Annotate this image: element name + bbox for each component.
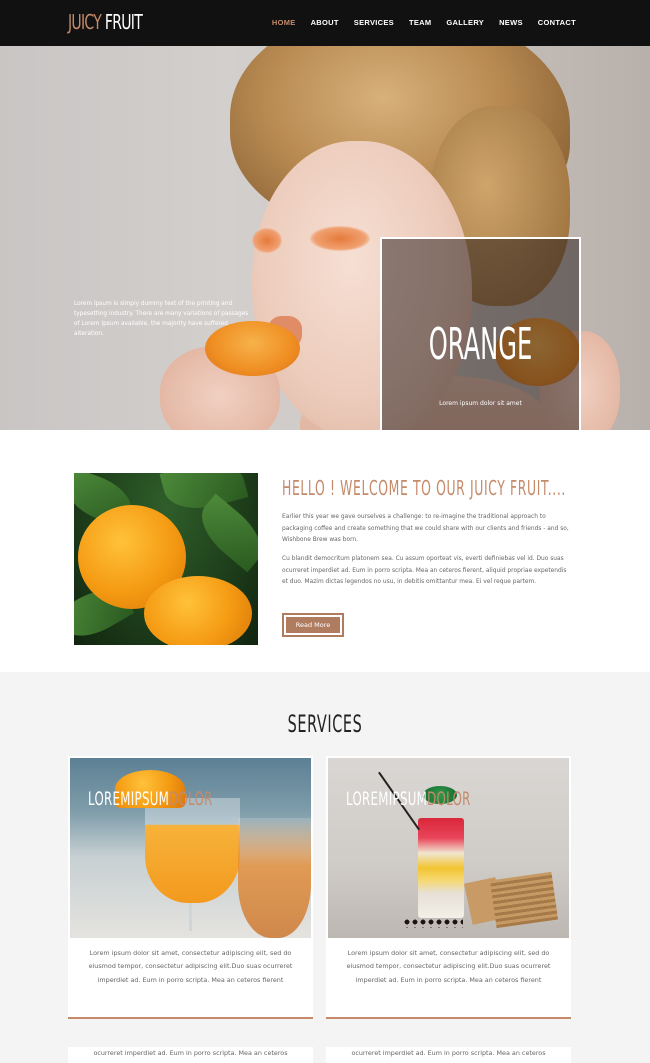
nav-gallery[interactable]: GALLERY bbox=[446, 18, 484, 27]
site-logo[interactable]: JUICY FRUIT bbox=[68, 10, 143, 34]
nav-contact[interactable]: CONTACT bbox=[538, 18, 576, 27]
hero-subtitle: Lorem ipsum dolor sit amet bbox=[439, 400, 522, 407]
service-card-title: LOREMIPSUMDOLOR bbox=[346, 788, 471, 810]
welcome-paragraph-1: Earlier this year we gave ourselves a ch… bbox=[282, 514, 569, 544]
welcome-section: HELLO ! WELCOME TO OUR JUICY FRUIT.... E… bbox=[0, 430, 650, 672]
hero-caption-box: ORANGE Lorem ipsum dolor sit amet bbox=[380, 237, 581, 430]
cracker-stack bbox=[489, 871, 559, 929]
card-title-main: LOREMIPSUM bbox=[346, 788, 428, 810]
main-menu: HOME ABOUT SERVICES TEAM GALLERY NEWS CO… bbox=[272, 18, 576, 27]
welcome-heading: HELLO ! WELCOME TO OUR JUICY FRUIT.... bbox=[282, 476, 566, 500]
hero-photo-eye-left bbox=[252, 228, 282, 253]
oranges-image bbox=[74, 473, 258, 645]
hero-text: Lorem Ipsum is simply dummy text of the … bbox=[74, 301, 249, 338]
coffee-beans bbox=[403, 918, 463, 928]
card-title-main: LOREMIPSUM bbox=[88, 788, 170, 810]
service-card-text: Lorem ipsum dolor sit amet, consectetur … bbox=[346, 949, 551, 984]
second-glass bbox=[238, 818, 311, 938]
layered-drink-glass bbox=[418, 818, 464, 918]
service-card-partial: ocurreret imperdiet ad. Eum in porro scr… bbox=[326, 1047, 571, 1063]
service-card-title: LOREMIPSUMDOLOR bbox=[88, 788, 213, 810]
nav-team[interactable]: TEAM bbox=[409, 18, 431, 27]
orange-fruit bbox=[144, 576, 252, 645]
service-card-partial: ocurreret imperdiet ad. Eum in porro scr… bbox=[68, 1047, 313, 1063]
services-heading: SERVICES bbox=[287, 710, 363, 738]
hero-slider: Lorem Ipsum is simply dummy text of the … bbox=[0, 46, 650, 430]
welcome-paragraph-2: Cu blandit democritum platonem sea. Cu a… bbox=[282, 556, 567, 586]
service-card[interactable]: LOREMIPSUMDOLOR Lorem ipsum dolor sit am… bbox=[326, 756, 571, 1019]
card-title-accent: DOLOR bbox=[427, 788, 471, 810]
glass-stem bbox=[189, 903, 192, 931]
juice-glass bbox=[145, 798, 240, 903]
read-more-button[interactable]: Read More bbox=[282, 613, 344, 637]
nav-about[interactable]: ABOUT bbox=[311, 18, 339, 27]
services-section: SERVICES LOREMIPSUMDOLOR Lorem ipsum dol… bbox=[0, 672, 650, 1063]
nav-news[interactable]: NEWS bbox=[499, 18, 523, 27]
logo-word-juicy: JUICY bbox=[68, 10, 102, 34]
hero-title: ORANGE bbox=[428, 319, 533, 370]
logo-word-fruit: FRUIT bbox=[104, 10, 143, 34]
nav-services[interactable]: SERVICES bbox=[354, 18, 394, 27]
card-title-accent: DOLOR bbox=[169, 788, 213, 810]
juice-glass-image bbox=[70, 758, 311, 938]
layered-drink-image bbox=[328, 758, 569, 938]
hero-photo-eye-right bbox=[310, 226, 370, 251]
service-card[interactable]: LOREMIPSUMDOLOR Lorem ipsum dolor sit am… bbox=[68, 756, 313, 1019]
service-card-text: Lorem ipsum dolor sit amet, consectetur … bbox=[88, 949, 293, 984]
nav-home[interactable]: HOME bbox=[272, 18, 296, 27]
top-navbar: JUICY FRUIT HOME ABOUT SERVICES TEAM GAL… bbox=[0, 0, 650, 46]
